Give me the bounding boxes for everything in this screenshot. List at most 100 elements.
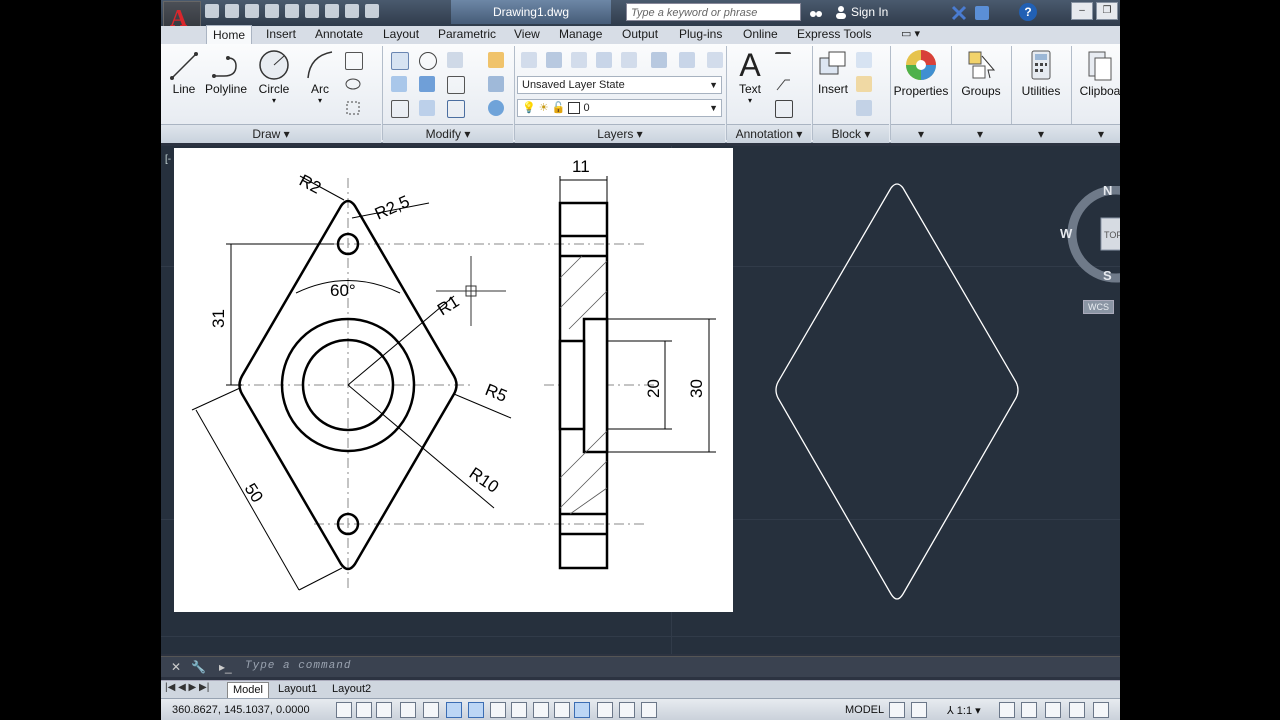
layer-lock-icon[interactable] bbox=[707, 52, 723, 68]
tab-model[interactable]: Model bbox=[227, 682, 269, 699]
arc-dropdown-icon[interactable]: ▾ bbox=[303, 96, 337, 105]
annotation-monitor-icon[interactable] bbox=[641, 702, 657, 718]
tab-view[interactable]: View bbox=[514, 27, 540, 41]
isolate-objects-icon[interactable] bbox=[1093, 702, 1109, 718]
block-panel-title[interactable]: Block ▾ bbox=[813, 124, 889, 143]
infer-constraints-icon[interactable] bbox=[336, 702, 352, 718]
text-button[interactable]: A Text ▾ bbox=[733, 48, 767, 105]
chevron-down-icon[interactable]: ▾ bbox=[1098, 125, 1104, 143]
insert-button[interactable]: Insert bbox=[816, 48, 850, 96]
trim-icon[interactable] bbox=[447, 52, 463, 68]
chevron-down-icon[interactable]: ▾ bbox=[977, 125, 983, 143]
edit-block-icon[interactable] bbox=[856, 76, 872, 92]
sign-in-link[interactable]: Sign In bbox=[851, 5, 888, 19]
plot-icon[interactable] bbox=[285, 4, 299, 18]
3d-object-snap-icon[interactable] bbox=[468, 702, 484, 718]
viewport-controls[interactable]: [- bbox=[165, 154, 171, 165]
lock-ui-icon[interactable] bbox=[1069, 702, 1085, 718]
offset-icon[interactable] bbox=[488, 100, 504, 116]
create-block-icon[interactable] bbox=[856, 52, 872, 68]
polar-tracking-icon[interactable] bbox=[423, 702, 439, 718]
line-button[interactable]: Line bbox=[167, 48, 201, 96]
tab-insert[interactable]: Insert bbox=[266, 27, 296, 41]
layer-match-icon[interactable] bbox=[546, 52, 562, 68]
layer-properties-icon[interactable] bbox=[521, 52, 537, 68]
chevron-down-icon[interactable]: ▾ bbox=[918, 125, 924, 143]
viewcube[interactable]: N W S TOP WCS bbox=[1060, 183, 1120, 314]
user-icon[interactable] bbox=[834, 5, 848, 19]
quick-view-layouts-icon[interactable] bbox=[889, 702, 905, 718]
lineweight-icon[interactable] bbox=[554, 702, 570, 718]
circle-dropdown-icon[interactable]: ▾ bbox=[257, 96, 291, 105]
arc-button[interactable]: Arc ▾ bbox=[303, 48, 337, 105]
wrench-icon[interactable]: 🔧 bbox=[191, 660, 206, 674]
layers-panel-title[interactable]: Layers ▾ bbox=[515, 124, 725, 143]
layer-off-icon[interactable] bbox=[679, 52, 695, 68]
copy-icon[interactable] bbox=[391, 76, 407, 92]
array-icon[interactable] bbox=[447, 100, 465, 118]
grid-display-icon[interactable] bbox=[376, 702, 392, 718]
layer-unisolate-icon[interactable] bbox=[621, 52, 637, 68]
tab-annotate[interactable]: Annotate bbox=[315, 27, 363, 41]
search-input[interactable]: Type a keyword or phrase bbox=[626, 3, 801, 21]
minimize-button[interactable]: – bbox=[1071, 2, 1093, 20]
leader-icon[interactable] bbox=[775, 76, 791, 92]
dynamic-input-icon[interactable] bbox=[533, 702, 549, 718]
compass-west[interactable]: W bbox=[1060, 226, 1072, 241]
save-icon[interactable] bbox=[245, 4, 259, 18]
command-input[interactable]: Type a command bbox=[245, 660, 351, 672]
dimension-icon[interactable] bbox=[775, 52, 791, 70]
rotate-icon[interactable] bbox=[419, 52, 437, 70]
wcs-menu[interactable]: WCS bbox=[1083, 300, 1114, 314]
ortho-mode-icon[interactable] bbox=[400, 702, 416, 718]
tab-parametric[interactable]: Parametric bbox=[438, 27, 496, 41]
workspace-switching-icon[interactable] bbox=[1045, 702, 1061, 718]
groups-button[interactable]: Groups bbox=[958, 48, 1004, 98]
fillet-icon[interactable] bbox=[447, 76, 465, 94]
help-button[interactable]: ? bbox=[1019, 3, 1037, 21]
selection-cycling-icon[interactable] bbox=[619, 702, 635, 718]
move-icon[interactable] bbox=[391, 52, 409, 70]
attribute-icon[interactable] bbox=[856, 100, 872, 116]
binoculars-icon[interactable] bbox=[809, 5, 823, 19]
erase-icon[interactable] bbox=[488, 52, 504, 68]
layer-isolate-icon[interactable] bbox=[596, 52, 612, 68]
model-space-toggle[interactable]: MODEL bbox=[845, 704, 884, 716]
viewcube-top-face[interactable]: TOP bbox=[1104, 230, 1120, 240]
draw-panel-title[interactable]: Draw ▾ bbox=[161, 124, 381, 143]
layer-freeze-icon[interactable] bbox=[651, 52, 667, 68]
new-icon[interactable] bbox=[205, 4, 219, 18]
quick-properties-icon[interactable] bbox=[597, 702, 613, 718]
auto-scale-icon[interactable] bbox=[1021, 702, 1037, 718]
dynamic-ucs-icon[interactable] bbox=[511, 702, 527, 718]
tab-layout1[interactable]: Layout1 bbox=[273, 682, 322, 697]
scale-icon[interactable] bbox=[419, 100, 435, 116]
utilities-button[interactable]: Utilities bbox=[1018, 48, 1064, 98]
tab-layout2[interactable]: Layout2 bbox=[327, 682, 376, 697]
table-icon[interactable] bbox=[775, 100, 793, 118]
layout-nav-icon[interactable]: |◀ ◀ ▶ ▶| bbox=[165, 682, 209, 693]
redo-icon[interactable] bbox=[345, 4, 359, 18]
compass-south[interactable]: S bbox=[1103, 268, 1112, 283]
mirror-icon[interactable] bbox=[419, 76, 435, 92]
command-line[interactable]: ✕ 🔧 ▸_ Type a command bbox=[161, 656, 1120, 677]
rectangle-icon[interactable] bbox=[345, 52, 363, 70]
snap-mode-icon[interactable] bbox=[356, 702, 372, 718]
layer-dropdown[interactable]: 💡 ☀ 🔓 0 ▼ bbox=[517, 99, 722, 117]
quick-view-drawings-icon[interactable] bbox=[911, 702, 927, 718]
tab-output[interactable]: Output bbox=[622, 27, 658, 41]
annotation-scale-dropdown[interactable]: ⅄ 1:1 ▾ bbox=[947, 704, 981, 717]
exchange-icon[interactable] bbox=[951, 5, 967, 21]
undo-icon[interactable] bbox=[325, 4, 339, 18]
properties-button[interactable]: Properties bbox=[893, 48, 949, 98]
tab-plug-ins[interactable]: Plug-ins bbox=[679, 27, 722, 41]
layer-previous-icon[interactable] bbox=[571, 52, 587, 68]
compass-north[interactable]: N bbox=[1103, 183, 1112, 198]
modify-panel-title[interactable]: Modify ▾ bbox=[383, 124, 513, 143]
more-icon[interactable] bbox=[365, 4, 379, 18]
hatch-icon[interactable] bbox=[345, 76, 361, 92]
restore-button[interactable]: ❐ bbox=[1096, 2, 1118, 20]
layer-state-dropdown[interactable]: Unsaved Layer State ▼ bbox=[517, 76, 722, 94]
close-icon[interactable]: ✕ bbox=[171, 660, 181, 674]
stay-connected-icon[interactable] bbox=[974, 5, 990, 21]
